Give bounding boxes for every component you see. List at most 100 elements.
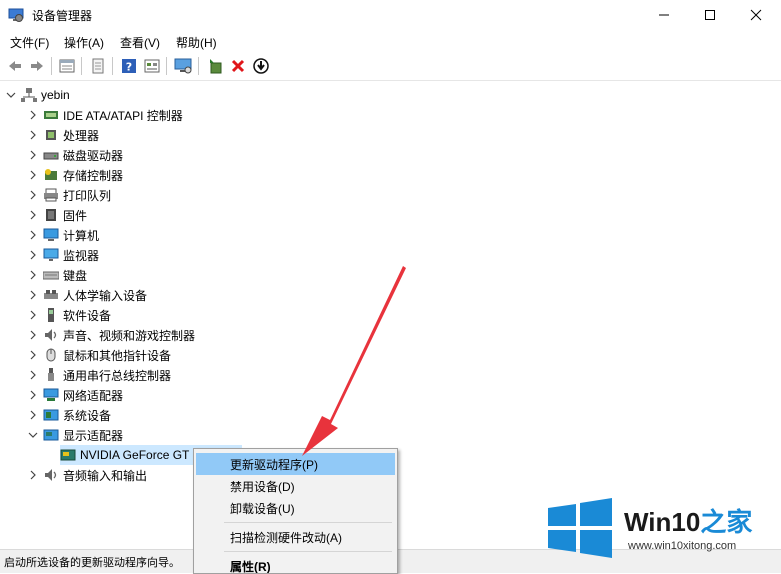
close-button[interactable]	[733, 0, 779, 30]
menu-help[interactable]: 帮助(H)	[176, 34, 217, 51]
processor-icon	[43, 127, 59, 143]
chevron-down-icon[interactable]	[26, 425, 40, 445]
back-icon[interactable]	[6, 57, 24, 75]
download-icon[interactable]	[252, 57, 270, 75]
update-icon[interactable]	[89, 57, 107, 75]
category-label: 磁盘驱动器	[63, 148, 124, 163]
tree-category[interactable]: 网络适配器	[26, 385, 123, 405]
tree-category[interactable]: 处理器	[26, 125, 99, 145]
tree-category[interactable]: 监视器	[26, 245, 99, 265]
tree-category[interactable]: 键盘	[26, 265, 87, 285]
category-label: 网络适配器	[63, 388, 124, 403]
computer-name: yebin	[41, 88, 70, 102]
forward-icon[interactable]	[28, 57, 46, 75]
menu-properties[interactable]: 属性(R)	[196, 555, 395, 574]
toolbar: ?	[0, 52, 781, 81]
chevron-right-icon[interactable]	[26, 465, 40, 485]
hid-icon	[43, 287, 59, 303]
chevron-right-icon[interactable]	[26, 285, 40, 305]
firmware-icon	[43, 207, 59, 223]
menu-uninstall-device[interactable]: 卸载设备(U)	[196, 497, 395, 519]
context-menu: 更新驱动程序(P) 禁用设备(D) 卸载设备(U) 扫描检测硬件改动(A) 属性…	[193, 448, 398, 574]
chevron-right-icon[interactable]	[26, 405, 40, 425]
category-label: IDE ATA/ATAPI 控制器	[63, 108, 183, 123]
display-adapter-icon	[60, 447, 76, 463]
menu-scan-hardware[interactable]: 扫描检测硬件改动(A)	[196, 526, 395, 548]
help-icon[interactable]: ?	[120, 57, 138, 75]
computer-network-icon	[21, 87, 37, 103]
status-text: 启动所选设备的更新驱动程序向导。	[4, 557, 180, 569]
tree-category[interactable]: 显示适配器	[26, 425, 123, 445]
chevron-right-icon[interactable]	[26, 185, 40, 205]
menu-bar: 文件(F) 操作(A) 查看(V) 帮助(H)	[0, 30, 781, 52]
category-label: 声音、视频和游戏控制器	[63, 328, 196, 343]
ide-controller-icon	[43, 107, 59, 123]
chevron-right-icon[interactable]	[26, 365, 40, 385]
menu-view[interactable]: 查看(V)	[120, 34, 160, 51]
view-icon[interactable]	[143, 57, 161, 75]
monitor-icon	[43, 247, 59, 263]
properties-icon[interactable]	[58, 57, 76, 75]
tree-category[interactable]: 软件设备	[26, 305, 111, 325]
tree-category[interactable]: 磁盘驱动器	[26, 145, 123, 165]
chevron-right-icon[interactable]	[26, 225, 40, 245]
category-label: 处理器	[63, 128, 100, 143]
network-adapter-icon	[43, 387, 59, 403]
tree-category[interactable]: 人体学输入设备	[26, 285, 147, 305]
category-label: 计算机	[63, 228, 100, 243]
usb-icon	[43, 367, 59, 383]
tree-category[interactable]: 鼠标和其他指针设备	[26, 345, 171, 365]
chevron-right-icon[interactable]	[26, 385, 40, 405]
uninstall-icon[interactable]	[229, 57, 247, 75]
maximize-button[interactable]	[687, 0, 733, 30]
tree-category[interactable]: IDE ATA/ATAPI 控制器	[26, 105, 183, 125]
svg-text:?: ?	[126, 61, 132, 74]
category-label: 系统设备	[63, 408, 112, 423]
tree-root[interactable]: yebin	[4, 85, 70, 105]
chevron-right-icon[interactable]	[26, 125, 40, 145]
category-label: 显示适配器	[63, 428, 124, 443]
mouse-icon	[43, 347, 59, 363]
category-label: 音频输入和输出	[63, 468, 148, 483]
menu-disable-device[interactable]: 禁用设备(D)	[196, 475, 395, 497]
software-device-icon	[43, 307, 59, 323]
category-label: 通用串行总线控制器	[63, 368, 172, 383]
watermark-url: www.win10xitong.com	[628, 540, 737, 552]
category-label: 键盘	[63, 268, 88, 283]
chevron-right-icon[interactable]	[26, 345, 40, 365]
keyboard-icon	[43, 267, 59, 283]
window-title: 设备管理器	[32, 9, 93, 23]
chevron-right-icon[interactable]	[26, 325, 40, 345]
tree-category[interactable]: 计算机	[26, 225, 99, 245]
tree-category[interactable]: 固件	[26, 205, 87, 225]
category-label: 固件	[63, 208, 88, 223]
chevron-right-icon[interactable]	[26, 105, 40, 125]
chevron-down-icon[interactable]	[4, 85, 18, 105]
tree-category[interactable]: 打印队列	[26, 185, 111, 205]
audio-icon	[43, 467, 59, 483]
menu-file[interactable]: 文件(F)	[10, 34, 49, 51]
menu-action[interactable]: 操作(A)	[64, 34, 104, 51]
tree-category-audio-io[interactable]: 音频输入和输出	[26, 465, 147, 485]
storage-controller-icon	[43, 167, 59, 183]
chevron-right-icon[interactable]	[26, 245, 40, 265]
tree-category[interactable]: 声音、视频和游戏控制器	[26, 325, 195, 345]
minimize-button[interactable]	[641, 0, 687, 30]
chevron-right-icon[interactable]	[26, 145, 40, 165]
device-label: NVIDIA GeForce GT	[80, 448, 190, 462]
chevron-right-icon[interactable]	[26, 165, 40, 185]
menu-update-driver[interactable]: 更新驱动程序(P)	[196, 453, 395, 475]
computer-icon	[43, 227, 59, 243]
monitor-icon[interactable]	[174, 57, 192, 75]
tree-category[interactable]: 通用串行总线控制器	[26, 365, 171, 385]
watermark-brand: Win10之家	[624, 507, 753, 537]
toolbar-separator	[81, 57, 82, 75]
toolbar-separator	[198, 57, 199, 75]
tree-category[interactable]: 系统设备	[26, 405, 111, 425]
tree-category[interactable]: 存储控制器	[26, 165, 123, 185]
category-label: 打印队列	[63, 188, 112, 203]
chevron-right-icon[interactable]	[26, 305, 40, 325]
chevron-right-icon[interactable]	[26, 205, 40, 225]
enable-device-icon[interactable]	[206, 57, 224, 75]
chevron-right-icon[interactable]	[26, 265, 40, 285]
